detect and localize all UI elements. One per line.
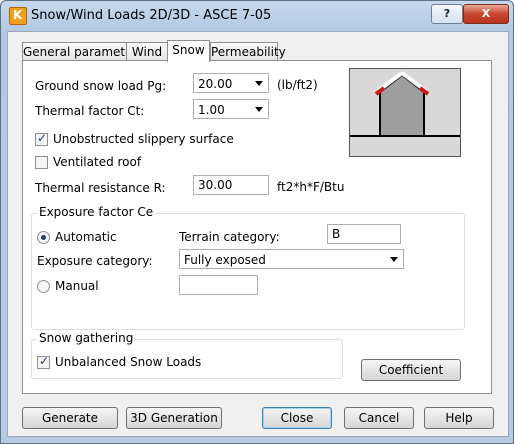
- checkmark-icon: ✓: [39, 354, 50, 368]
- app-logo-letter: K: [13, 8, 23, 22]
- title-help-button[interactable]: ?: [431, 4, 463, 24]
- window-title: Snow/Wind Loads 2D/3D - ASCE 7-05: [31, 8, 272, 23]
- thermal-factor-select[interactable]: 1.00: [193, 99, 269, 119]
- snow-roof-diagram-icon: [350, 69, 460, 156]
- ventilated-roof-label: Ventilated roof: [53, 155, 142, 169]
- tab-snow[interactable]: Snow: [167, 40, 210, 62]
- cancel-button[interactable]: Cancel: [344, 407, 414, 429]
- snow-tab-panel: Ground snow load Pg: 20.00 (lb/ft2) Ther…: [22, 60, 492, 394]
- snow-gathering-group-title: Snow gathering: [37, 331, 136, 345]
- chevron-down-icon: [390, 257, 398, 262]
- tab-general-parameters[interactable]: General parameters: [22, 42, 144, 61]
- unbalanced-snow-label: Unbalanced Snow Loads: [55, 355, 202, 369]
- help-button[interactable]: Help: [424, 407, 494, 429]
- terrain-category-input[interactable]: B: [327, 224, 401, 244]
- dialog-client-area: General parameters Wind Snow Permeabilit…: [7, 31, 509, 437]
- unobstructed-label: Unobstructed slippery surface: [53, 132, 234, 146]
- ground-snow-load-unit: (lb/ft2): [277, 78, 318, 92]
- automatic-radio[interactable]: [37, 231, 50, 244]
- exposure-category-value: Fully exposed: [184, 253, 266, 267]
- automatic-label: Automatic: [55, 230, 117, 244]
- thermal-factor-value: 1.00: [198, 103, 225, 117]
- ground-snow-load-select[interactable]: 20.00: [193, 73, 269, 93]
- generate-button[interactable]: Generate: [22, 407, 118, 429]
- title-bar[interactable]: K Snow/Wind Loads 2D/3D - ASCE 7-05 ? X: [1, 1, 513, 31]
- thermal-factor-label: Thermal factor Ct:: [35, 104, 145, 118]
- radio-selected-dot: [41, 235, 46, 240]
- dialog-window: K Snow/Wind Loads 2D/3D - ASCE 7-05 ? X …: [0, 0, 514, 444]
- exposure-category-select[interactable]: Fully exposed: [179, 249, 404, 269]
- manual-value-input[interactable]: [179, 275, 258, 295]
- title-close-button[interactable]: X: [463, 4, 509, 24]
- unbalanced-snow-checkbox[interactable]: ✓: [37, 354, 50, 369]
- close-button[interactable]: Close: [262, 407, 332, 429]
- coefficient-button[interactable]: Coefficient: [361, 359, 461, 381]
- thermal-resistance-label: Thermal resistance R:: [35, 181, 166, 195]
- exposure-category-label: Exposure category:: [37, 254, 153, 268]
- ventilated-roof-checkbox[interactable]: [35, 156, 48, 169]
- unobstructed-checkbox[interactable]: ✓: [35, 131, 48, 146]
- thermal-resistance-unit: ft2*h*F/Btu: [277, 180, 345, 194]
- tab-permeability[interactable]: Permeability: [210, 42, 286, 61]
- ground-snow-load-label: Ground snow load Pg:: [35, 79, 167, 93]
- thermal-resistance-input[interactable]: 30.00: [193, 175, 269, 195]
- 3d-generation-button[interactable]: 3D Generation: [126, 407, 222, 429]
- exposure-factor-group-title: Exposure factor Ce: [37, 205, 156, 219]
- manual-label: Manual: [55, 279, 99, 293]
- ground-snow-load-value: 20.00: [198, 77, 233, 91]
- checkmark-icon: ✓: [37, 131, 48, 145]
- chevron-down-icon: [255, 81, 263, 86]
- terrain-category-label: Terrain category:: [179, 230, 280, 244]
- building-preview-image: [349, 68, 461, 157]
- tab-wind[interactable]: Wind: [126, 42, 168, 61]
- manual-radio[interactable]: [37, 280, 50, 293]
- chevron-down-icon: [255, 107, 263, 112]
- app-logo-icon: K: [9, 7, 27, 25]
